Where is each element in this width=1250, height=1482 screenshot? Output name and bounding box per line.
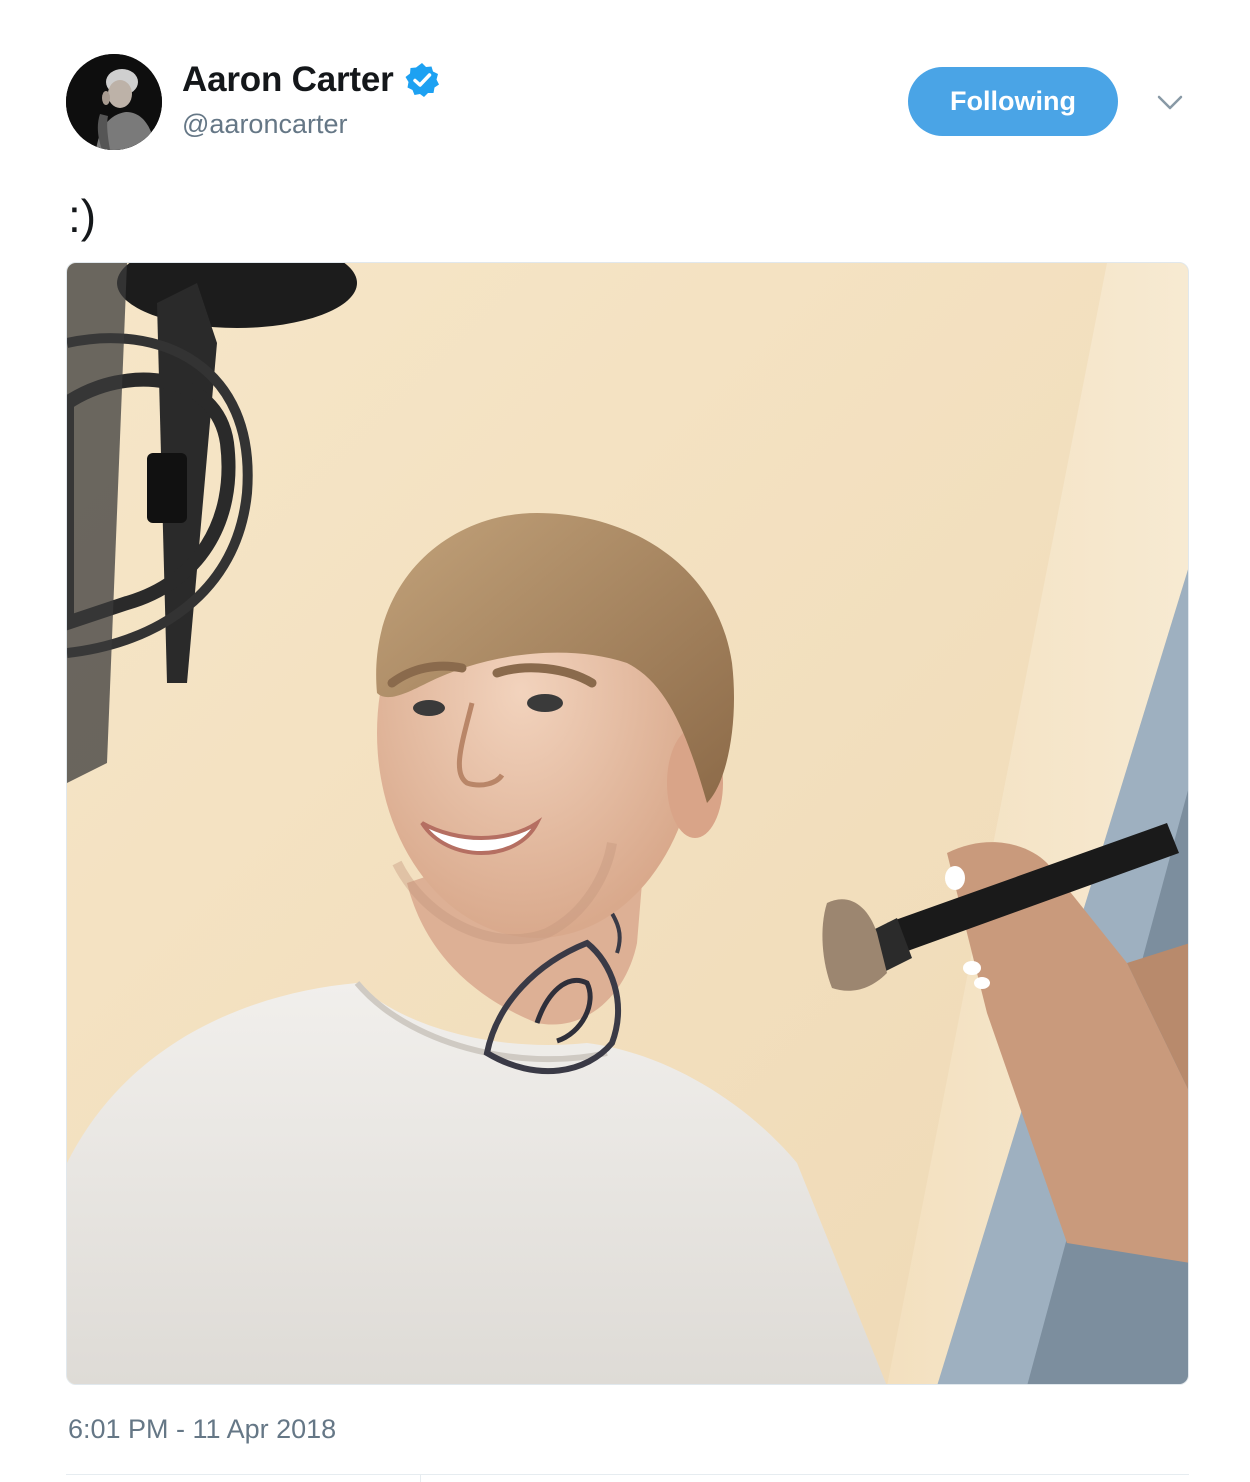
chevron-down-icon[interactable] <box>1155 90 1185 114</box>
author-display-name[interactable]: Aaron Carter <box>182 60 394 100</box>
tweet-text: :) <box>68 190 97 242</box>
divider <box>66 1474 1189 1475</box>
author-handle[interactable]: @aaroncarter <box>182 109 347 140</box>
tweet-timestamp[interactable]: 6:01 PM - 11 Apr 2018 <box>68 1414 336 1445</box>
divider-tick <box>420 1474 421 1482</box>
tweet-photo[interactable] <box>66 262 1189 1385</box>
tweet-card: Aaron Carter @aaroncarter Following :) 6… <box>0 0 1250 1482</box>
following-button[interactable]: Following <box>908 67 1118 136</box>
author-name-row: Aaron Carter <box>182 58 440 102</box>
verified-badge-icon <box>404 62 440 98</box>
photo-content <box>67 263 1188 1384</box>
avatar-photo <box>66 54 162 150</box>
author-avatar[interactable] <box>66 54 162 150</box>
